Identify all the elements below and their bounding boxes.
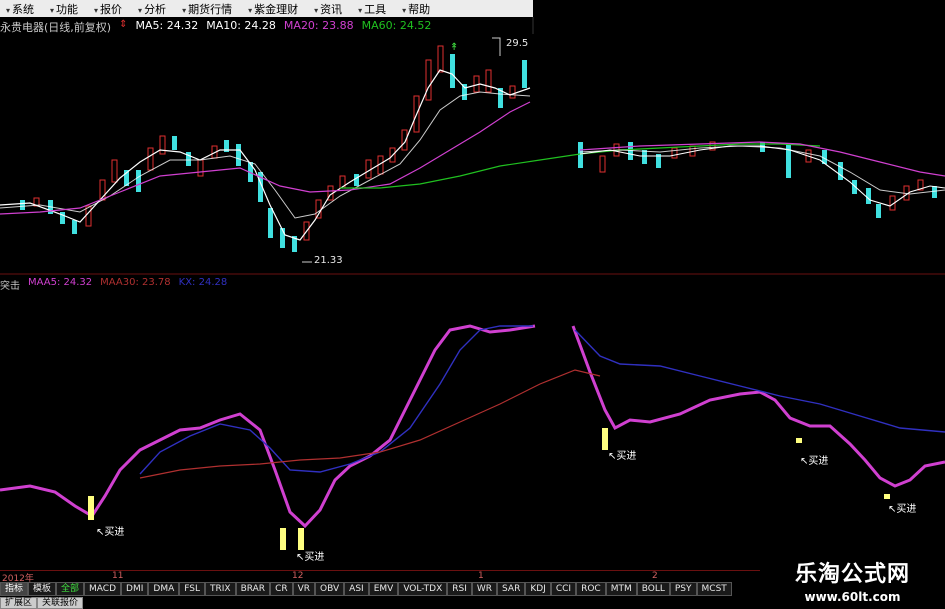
candle (365, 159, 372, 179)
candle (197, 159, 204, 177)
ma10-line (0, 91, 531, 219)
candle (136, 170, 141, 192)
low-price-label: 21.33 (314, 255, 343, 266)
tab-psy[interactable]: PSY (669, 582, 697, 596)
candle (578, 142, 583, 168)
maa5-value: MAA5: 24.32 (28, 277, 93, 288)
indicator-tabs: 指标 模板 全部 MACD DMI DMA FSL TRIX BRAR CR V… (0, 582, 732, 596)
tab-asi[interactable]: ASI (344, 582, 369, 596)
tab-fsl[interactable]: FSL (179, 582, 205, 596)
buy-label: ↖买进 (96, 527, 125, 538)
tab-extension-area[interactable]: 扩展区 (0, 597, 38, 609)
tab-mcst[interactable]: MCST (696, 582, 732, 596)
indicator-info-line: 突击 MAA5: 24.32 MAA30: 23.78 KX: 24.28 (0, 277, 228, 292)
tab-trix[interactable]: TRIX (205, 582, 236, 596)
tab-dma[interactable]: DMA (148, 582, 180, 596)
maa30-value: MAA30: 23.78 (100, 277, 171, 288)
candle (437, 45, 444, 73)
candle (509, 85, 516, 99)
axis-month-12: 12 (292, 571, 304, 581)
candle (599, 155, 606, 173)
candle (72, 220, 77, 234)
buy-label: ↖买进 (608, 451, 637, 462)
axis-month-2: 2 (652, 571, 658, 581)
candle (932, 186, 937, 198)
maa5-line (0, 324, 536, 529)
ma10-line-right (579, 145, 945, 195)
candle (354, 174, 359, 186)
tab-vol-tdx[interactable]: VOL-TDX (398, 582, 448, 596)
tab-cci[interactable]: CCI (550, 582, 577, 596)
tab-vr[interactable]: VR (292, 582, 316, 596)
indicator-name: 突击 (0, 281, 20, 292)
signal-bar (280, 528, 286, 550)
kx-line-right (574, 329, 945, 433)
candle (671, 147, 678, 159)
candle (172, 136, 177, 150)
kline-chart-canvas[interactable]: ↟ (0, 0, 945, 609)
tab-rsi[interactable]: RSI (447, 582, 472, 596)
candle (20, 200, 25, 210)
buy-label: ↖买进 (800, 456, 829, 467)
maa5-line-right (571, 325, 945, 488)
candle (642, 150, 647, 164)
kx-value: KX: 24.28 (178, 277, 228, 288)
ma5-line (0, 69, 531, 241)
candle (268, 208, 273, 238)
candle (111, 159, 118, 183)
ma20-line (0, 101, 531, 215)
candle (450, 54, 455, 88)
signal-bar (796, 438, 802, 443)
tab-roc[interactable]: ROC (576, 582, 606, 596)
candle (866, 188, 871, 204)
tab-cr[interactable]: CR (270, 582, 293, 596)
tab-related-quotes[interactable]: 关联报价 (37, 597, 84, 609)
candle (876, 204, 881, 218)
extension-tabs: 扩展区 关联报价 (0, 597, 84, 609)
tab-all[interactable]: 全部 (56, 582, 85, 596)
candle (236, 144, 241, 166)
buy-label: ↖买进 (888, 504, 917, 515)
candle (425, 59, 432, 101)
kx-line (139, 325, 533, 475)
candle (522, 60, 527, 88)
svg-text:↟: ↟ (450, 42, 458, 53)
tab-kdj[interactable]: KDJ (525, 582, 551, 596)
watermark-title: 乐淘公式网 (794, 562, 910, 587)
buy-label: ↖买进 (296, 552, 325, 563)
tab-mtm[interactable]: MTM (605, 582, 637, 596)
axis-month-1: 1 (478, 571, 484, 581)
signal-bar (88, 496, 94, 520)
candles-group (20, 45, 937, 252)
candle (85, 205, 92, 227)
signal-bar (298, 528, 304, 550)
candle (485, 69, 492, 93)
high-marker (492, 37, 501, 56)
tab-sar[interactable]: SAR (497, 582, 526, 596)
candle (838, 162, 843, 180)
signal-bar (884, 494, 890, 499)
tab-boll[interactable]: BOLL (636, 582, 670, 596)
site-watermark: 乐淘公式网 www.60lt.com (760, 556, 945, 609)
tab-template[interactable]: 模板 (28, 582, 57, 596)
tab-brar[interactable]: BRAR (235, 582, 271, 596)
tab-macd[interactable]: MACD (84, 582, 122, 596)
tab-dmi[interactable]: DMI (121, 582, 149, 596)
tab-indicator[interactable]: 指标 (0, 582, 29, 596)
candle (147, 147, 154, 171)
tab-wr[interactable]: WR (471, 582, 498, 596)
tab-obv[interactable]: OBV (315, 582, 345, 596)
high-price-label: 29.5 (506, 38, 529, 49)
axis-month-11: 11 (112, 571, 124, 581)
time-axis: 2012年 11 12 1 2 (0, 570, 760, 584)
candle (159, 135, 166, 155)
tab-emv[interactable]: EMV (368, 582, 399, 596)
watermark-url: www.60lt.com (804, 590, 901, 604)
